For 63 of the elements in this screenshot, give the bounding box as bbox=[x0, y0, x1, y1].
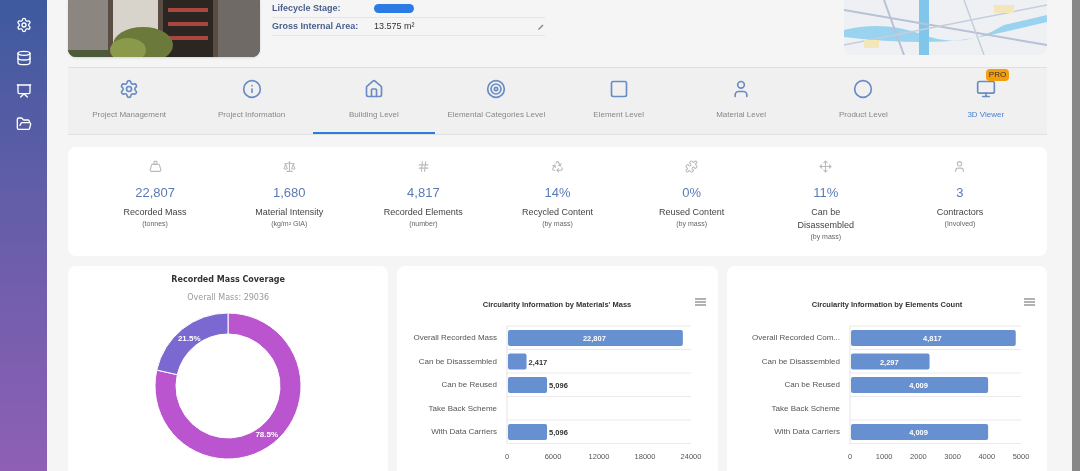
stat-icon bbox=[819, 159, 833, 173]
pro-badge: PRO bbox=[985, 68, 1010, 81]
stat-label: Recycled Content bbox=[520, 206, 594, 220]
tab-icon bbox=[363, 78, 384, 99]
stat-value: 3 bbox=[956, 183, 964, 202]
stage-pill bbox=[374, 4, 414, 13]
field-label: Lifecycle Stage: bbox=[272, 1, 342, 15]
stat-label: Recorded Mass bbox=[122, 206, 188, 220]
level-tab[interactable]: Elemental Categories Level bbox=[435, 68, 558, 134]
category-label: Can be Reused bbox=[441, 380, 498, 389]
category-label: With Data Carriers bbox=[431, 427, 498, 436]
tab-icon bbox=[486, 78, 507, 99]
bar bbox=[508, 353, 527, 370]
level-tab[interactable]: PRO 3D Viewer bbox=[924, 68, 1047, 134]
stat-label: Reused Content bbox=[658, 206, 726, 220]
stat-value: 1,680 bbox=[272, 183, 306, 202]
category-label: Overall Recorded Com... bbox=[751, 333, 840, 342]
stat-icon bbox=[953, 159, 967, 173]
folder-icon[interactable] bbox=[15, 116, 32, 132]
bar bbox=[508, 377, 548, 393]
category-label: Take Back Scheme bbox=[428, 403, 498, 413]
chart-subtitle: Overall Mass: 29036 bbox=[187, 292, 270, 304]
stat-label: Material Intensity bbox=[254, 206, 325, 220]
stat-value: 11% bbox=[813, 183, 839, 202]
category-label: Take Back Scheme bbox=[771, 403, 840, 413]
stat-icon bbox=[685, 159, 699, 173]
stat-label: Recorded Elements bbox=[383, 206, 464, 220]
slice-label: 78.5% bbox=[255, 430, 279, 440]
slice-label: 21.5% bbox=[178, 333, 201, 343]
tab-icon bbox=[853, 78, 874, 99]
stat-icon bbox=[551, 159, 564, 173]
category-label: Overall Recorded Mass bbox=[413, 333, 498, 342]
level-tab[interactable]: Material Level bbox=[679, 68, 803, 134]
field-value: 13.575 m² bbox=[374, 19, 415, 33]
stat-value: 4,817 bbox=[407, 183, 440, 202]
stat-label: Contractors bbox=[935, 206, 985, 220]
stat-icon bbox=[282, 159, 296, 173]
tab-icon bbox=[975, 78, 996, 99]
stat-icon bbox=[148, 159, 162, 173]
category-label: With Data Carriers bbox=[773, 427, 840, 436]
stat-icon bbox=[416, 159, 430, 173]
stat-value: 14% bbox=[544, 183, 571, 202]
tab-icon bbox=[119, 78, 140, 99]
stat-value: 22,807 bbox=[135, 183, 175, 202]
tab-icon bbox=[241, 78, 262, 99]
tab-icon bbox=[608, 78, 629, 99]
field-label: Gross Internal Area: bbox=[272, 19, 360, 33]
pencil-icon[interactable] bbox=[537, 22, 545, 31]
category-label: Can be Disassembled bbox=[761, 356, 840, 366]
chart-title: Recorded Mass Coverage bbox=[171, 274, 285, 286]
category-label: Can be Disassembled bbox=[419, 356, 498, 366]
presentation-icon[interactable] bbox=[15, 83, 32, 99]
settings-icon[interactable] bbox=[15, 17, 32, 33]
level-tab[interactable]: Product Level bbox=[802, 68, 925, 134]
stat-label: Can be Disassembled bbox=[796, 206, 856, 233]
level-tab[interactable]: Project Management bbox=[68, 68, 191, 134]
database-icon[interactable] bbox=[15, 50, 32, 66]
bar bbox=[508, 424, 548, 440]
stat-value: 0% bbox=[682, 183, 702, 202]
level-tab[interactable]: Element Level bbox=[557, 68, 680, 134]
category-label: Can be Reused bbox=[784, 380, 840, 389]
level-tab[interactable]: Building Level bbox=[312, 68, 436, 134]
level-tab[interactable]: Project Information bbox=[190, 68, 313, 134]
